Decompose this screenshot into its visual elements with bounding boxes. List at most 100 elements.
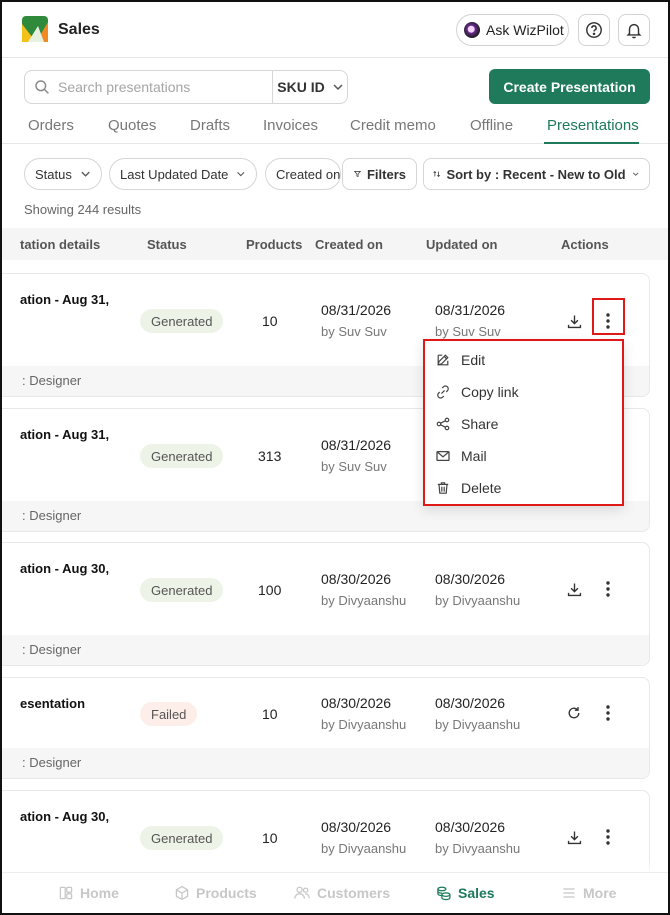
updated-by: by Suv Suv bbox=[435, 324, 501, 339]
presentation-name[interactable]: esentation bbox=[20, 696, 85, 711]
help-button[interactable] bbox=[578, 14, 610, 46]
presentation-name[interactable]: ation - Aug 30, bbox=[20, 809, 109, 824]
updated-date: 08/30/2026 bbox=[435, 819, 506, 835]
menu-item-copy-link[interactable]: Copy link bbox=[435, 380, 615, 404]
chevron-down-icon bbox=[333, 84, 343, 91]
column-actions: Actions bbox=[561, 237, 609, 252]
products-count: 10 bbox=[262, 830, 278, 846]
menu-item-delete[interactable]: Delete bbox=[435, 476, 615, 500]
row-footer-text: : Designer bbox=[22, 642, 82, 657]
created-date: 08/30/2026 bbox=[321, 819, 392, 835]
created-date: 08/30/2026 bbox=[321, 571, 392, 587]
sku-id-select[interactable]: SKU ID bbox=[272, 71, 348, 103]
app-logo-icon bbox=[22, 16, 48, 42]
status-badge: Generated bbox=[140, 444, 224, 468]
products-count: 10 bbox=[262, 313, 278, 329]
column-updated-on: Updated on bbox=[426, 237, 498, 252]
search-input[interactable] bbox=[58, 79, 263, 95]
created-by: by Suv Suv bbox=[321, 459, 387, 474]
nav-products-label: Products bbox=[196, 885, 257, 901]
retry-icon[interactable] bbox=[564, 703, 584, 723]
table-row[interactable]: esentation Failed 10 08/30/2026 by Divya… bbox=[2, 677, 650, 779]
tab-drafts[interactable]: Drafts bbox=[190, 117, 230, 134]
products-count: 100 bbox=[258, 582, 282, 598]
bottom-navigation: Home Products Customers Sales More bbox=[2, 872, 668, 913]
menu-item-label: Mail bbox=[461, 448, 487, 464]
menu-item-label: Edit bbox=[461, 352, 486, 368]
tab-offline[interactable]: Offline bbox=[470, 117, 513, 134]
tab-invoices[interactable]: Invoices bbox=[263, 117, 318, 134]
table-row[interactable]: ation - Aug 30, Generated 100 08/30/2026… bbox=[2, 542, 650, 666]
more-options-icon[interactable] bbox=[598, 703, 618, 723]
app-frame: Sales Ask WizPilot SKU I bbox=[0, 0, 670, 915]
filters-button[interactable]: Filters bbox=[342, 158, 417, 190]
row-footer-text: : Designer bbox=[22, 373, 82, 388]
sort-icon bbox=[433, 170, 441, 178]
row-footer-text: : Designer bbox=[22, 755, 82, 770]
updated-by: by Divyaanshu bbox=[435, 717, 521, 732]
create-presentation-button[interactable]: Create Presentation bbox=[489, 69, 650, 104]
tab-credit-memo[interactable]: Credit memo bbox=[350, 117, 436, 134]
coins-icon bbox=[437, 886, 451, 901]
created-by: by Divyaanshu bbox=[321, 593, 407, 608]
created-by: by Divyaanshu bbox=[321, 717, 407, 732]
presentation-name[interactable]: ation - Aug 30, bbox=[20, 561, 109, 576]
menu-item-edit[interactable]: Edit bbox=[435, 348, 615, 372]
tab-quotes[interactable]: Quotes bbox=[108, 117, 156, 134]
top-bar: Sales Ask WizPilot bbox=[2, 2, 668, 58]
tab-orders[interactable]: Orders bbox=[28, 117, 74, 134]
nav-products[interactable]: Products bbox=[174, 885, 257, 901]
status-badge: Generated bbox=[140, 578, 224, 602]
status-filter[interactable]: Status bbox=[24, 158, 102, 190]
download-icon[interactable] bbox=[564, 579, 584, 599]
notifications-button[interactable] bbox=[618, 14, 650, 46]
presentation-name[interactable]: ation - Aug 31, bbox=[20, 292, 109, 307]
nav-sales-label: Sales bbox=[458, 885, 495, 901]
more-options-highlight bbox=[592, 298, 625, 335]
updated-by: by Divyaanshu bbox=[435, 841, 521, 856]
more-options-icon[interactable] bbox=[598, 579, 618, 599]
tab-bar: Orders Quotes Drafts Invoices Credit mem… bbox=[2, 110, 668, 144]
menu-icon bbox=[563, 888, 575, 898]
sku-id-label: SKU ID bbox=[277, 79, 325, 95]
nav-more-label: More bbox=[583, 885, 617, 901]
products-count: 10 bbox=[262, 706, 278, 722]
status-filter-label: Status bbox=[35, 166, 72, 182]
column-presentation-details: tation details bbox=[20, 237, 101, 252]
download-icon[interactable] bbox=[564, 827, 584, 847]
ask-wizpilot-button[interactable]: Ask WizPilot bbox=[456, 14, 569, 46]
link-icon bbox=[437, 385, 449, 399]
trash-icon bbox=[437, 482, 449, 494]
search-bar: SKU ID bbox=[24, 70, 348, 104]
row-footer: : Designer bbox=[2, 635, 649, 665]
nav-home[interactable]: Home bbox=[58, 885, 119, 901]
sort-select[interactable]: Sort by : Recent - New to Old bbox=[423, 158, 650, 190]
nav-home-label: Home bbox=[80, 885, 119, 901]
download-icon[interactable] bbox=[564, 311, 584, 331]
menu-item-label: Delete bbox=[461, 480, 502, 496]
wizpilot-icon bbox=[464, 22, 480, 38]
tab-presentations[interactable]: Presentations bbox=[547, 117, 639, 134]
created-on-filter[interactable]: Created on bbox=[265, 158, 341, 190]
search-icon bbox=[34, 79, 50, 95]
last-updated-filter[interactable]: Last Updated Date bbox=[109, 158, 257, 190]
created-date: 08/30/2026 bbox=[321, 695, 392, 711]
menu-item-mail[interactable]: Mail bbox=[435, 444, 615, 468]
nav-more[interactable]: More bbox=[561, 885, 616, 901]
chevron-down-icon bbox=[237, 172, 245, 177]
nav-sales[interactable]: Sales bbox=[435, 885, 495, 901]
column-created-on: Created on bbox=[315, 237, 383, 252]
updated-date: 08/30/2026 bbox=[435, 695, 506, 711]
sort-label: Sort by : Recent - New to Old bbox=[446, 166, 626, 182]
bell-icon bbox=[626, 23, 642, 39]
filter-icon bbox=[354, 171, 361, 178]
mail-icon bbox=[436, 450, 450, 462]
more-options-icon[interactable] bbox=[598, 827, 618, 847]
active-tab-indicator bbox=[544, 142, 639, 144]
presentation-name[interactable]: ation - Aug 31, bbox=[20, 427, 109, 442]
row-footer-text: : Designer bbox=[22, 508, 82, 523]
status-badge: Generated bbox=[140, 309, 224, 333]
menu-item-label: Copy link bbox=[461, 384, 519, 400]
menu-item-share[interactable]: Share bbox=[435, 412, 615, 436]
nav-customers[interactable]: Customers bbox=[293, 885, 390, 901]
